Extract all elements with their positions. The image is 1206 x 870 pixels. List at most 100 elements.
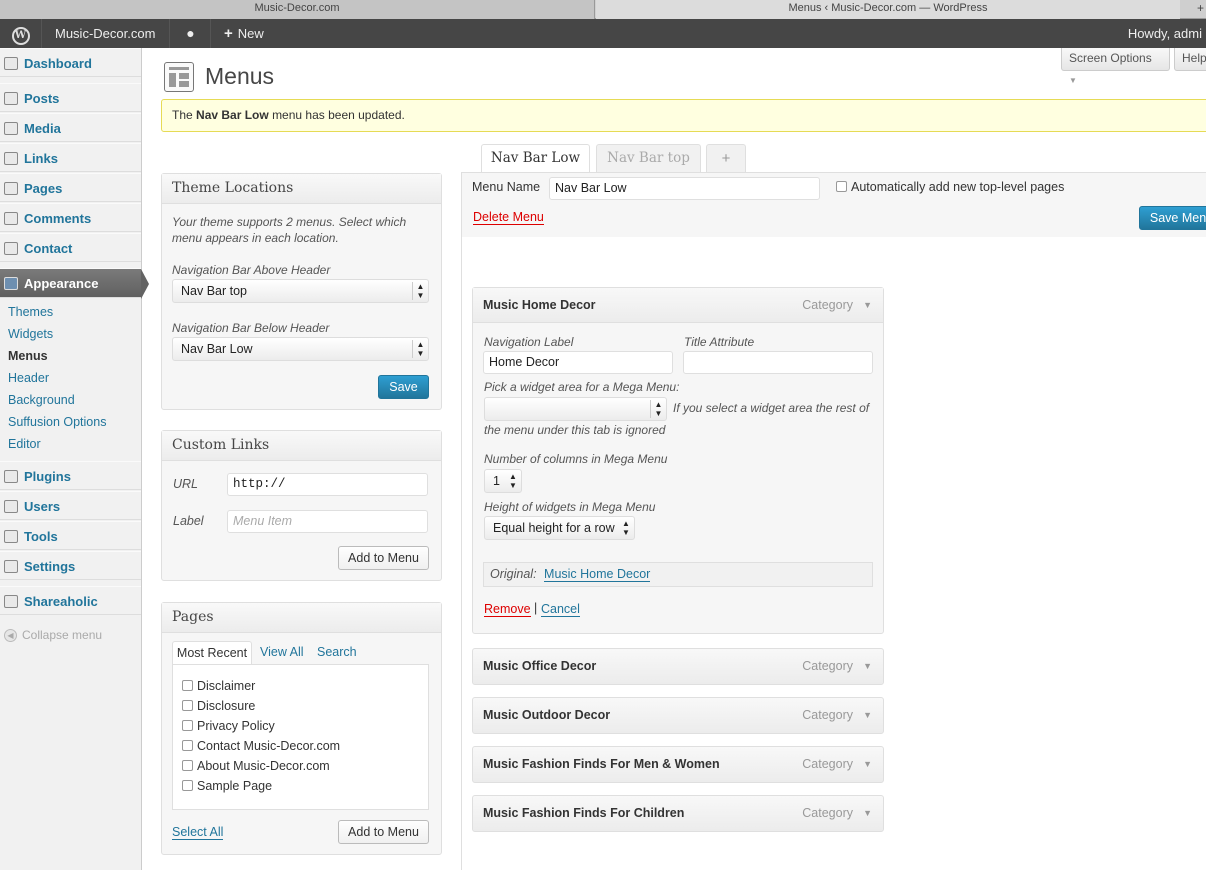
title-attribute-input[interactable] (683, 351, 873, 374)
remove-item-link[interactable]: Remove (484, 602, 531, 617)
contact-icon (4, 242, 18, 255)
submenu-suffusion-options[interactable]: Suffusion Options (8, 415, 106, 429)
menu-name-input[interactable]: Nav Bar Low (549, 177, 820, 200)
url-input[interactable]: http:// (227, 473, 428, 496)
page-checkbox-disclaimer[interactable]: Disclaimer (182, 679, 255, 693)
delete-menu-link[interactable]: Delete Menu (473, 210, 544, 225)
wordpress-logo-icon[interactable]: W (0, 19, 42, 48)
notice-menu-name: Nav Bar Low (196, 108, 269, 122)
above-header-label: Navigation Bar Above Header (172, 263, 331, 277)
help-button[interactable]: Help (1174, 48, 1206, 71)
settings-icon (4, 560, 18, 573)
site-name-link[interactable]: Music-Decor.com (43, 19, 170, 48)
widget-area-note: If you select a widget area the rest of (673, 401, 870, 415)
tab-view-all[interactable]: View All (260, 645, 304, 659)
sidebar-item-pages[interactable]: Pages (0, 173, 141, 202)
add-custom-link-button[interactable]: Add to Menu (338, 546, 429, 570)
sidebar-item-links[interactable]: Links (0, 143, 141, 172)
save-menu-button[interactable]: Save Menu (1139, 206, 1206, 230)
chevron-down-icon[interactable]: ▼ (863, 649, 872, 683)
tab-nav-bar-top[interactable]: Nav Bar top (596, 144, 701, 172)
submenu-header[interactable]: Header (8, 371, 49, 385)
submenu-themes[interactable]: Themes (8, 305, 53, 319)
menu-item-music-office-decor[interactable]: Music Office Decor Category ▼ (472, 648, 884, 685)
sidebar-item-shareaholic[interactable]: Shareaholic (0, 586, 141, 615)
sidebar-item-posts[interactable]: Posts (0, 83, 141, 112)
new-tab-icon[interactable]: + (1197, 0, 1204, 17)
page-checkbox-sample-page[interactable]: Sample Page (182, 779, 272, 793)
chevron-down-icon: ▼ (1069, 76, 1077, 85)
sidebar-item-plugins[interactable]: Plugins (0, 461, 141, 490)
widget-area-select[interactable]: ▲ ▼ (484, 397, 667, 421)
plugin-icon (4, 470, 18, 483)
add-menu-tab-icon[interactable]: + (706, 144, 746, 172)
browser-tab-site[interactable]: Music-Decor.com (0, 0, 595, 19)
page-checkbox-disclosure[interactable]: Disclosure (182, 699, 255, 713)
menu-item-music-fashion-children[interactable]: Music Fashion Finds For Children Category… (472, 795, 884, 832)
screen-options-button[interactable]: Screen Options ▼ (1061, 48, 1170, 85)
pages-box-title[interactable]: Pages (162, 603, 441, 633)
chevron-down-icon[interactable]: ▼ (863, 288, 872, 322)
sidebar-item-comments[interactable]: Comments (0, 203, 141, 232)
link-text-input[interactable]: Menu Item (227, 510, 428, 533)
browser-tab-strip: Music-Decor.com Menus ‹ Music-Decor.com … (0, 0, 1206, 19)
theme-locations-title[interactable]: Theme Locations (162, 174, 441, 204)
above-header-select[interactable]: Nav Bar top ▲ ▼ (172, 279, 429, 303)
widget-height-label: Height of widgets in Mega Menu (484, 500, 656, 514)
menu-item-handle[interactable]: Music Home Decor Category ▼ (473, 288, 883, 323)
save-locations-button[interactable]: Save (378, 375, 429, 399)
select-all-link[interactable]: Select All (172, 825, 224, 840)
plus-icon: + (224, 25, 233, 42)
page-title: Menus (205, 63, 275, 89)
select-arrows-icon: ▲ ▼ (622, 519, 630, 537)
menu-name-label: Menu Name (472, 180, 541, 194)
menu-item-music-outdoor-decor[interactable]: Music Outdoor Decor Category ▼ (472, 697, 884, 734)
collapse-menu-button[interactable]: ◀ Collapse menu (4, 628, 102, 643)
auto-add-pages-checkbox[interactable]: Automatically add new top-level pages (836, 180, 1064, 194)
cancel-item-link[interactable]: Cancel (541, 602, 580, 617)
widget-area-note-continued: the menu under this tab is ignored (484, 423, 666, 437)
chevron-down-icon[interactable]: ▼ (863, 747, 872, 781)
widget-height-select[interactable]: Equal height for a row ▲ ▼ (484, 516, 635, 540)
sidebar-item-media[interactable]: Media (0, 113, 141, 142)
tools-icon (4, 530, 18, 543)
add-pages-button[interactable]: Add to Menu (338, 820, 429, 844)
browser-tab-menus[interactable]: Menus ‹ Music-Decor.com — WordPress (596, 0, 1180, 19)
page-checkbox-contact[interactable]: Contact Music-Decor.com (182, 739, 340, 753)
admin-sidebar: Dashboard Posts Media Links Pages Commen… (0, 48, 149, 870)
chevron-down-icon[interactable]: ▼ (863, 698, 872, 732)
page-checkbox-about[interactable]: About Music-Decor.com (182, 759, 330, 773)
sidebar-item-settings[interactable]: Settings (0, 551, 141, 580)
new-content-button[interactable]: + New (212, 19, 264, 48)
sidebar-item-dashboard[interactable]: Dashboard (0, 48, 141, 77)
tab-most-recent[interactable]: Most Recent (172, 641, 252, 665)
columns-select[interactable]: 1 ▲ ▼ (484, 469, 522, 493)
new-label: New (237, 26, 264, 41)
comments-bubble-icon[interactable]: ● (171, 19, 211, 48)
navigation-label-input[interactable]: Home Decor (483, 351, 673, 374)
original-link[interactable]: Music Home Decor (544, 567, 651, 582)
submenu-widgets[interactable]: Widgets (8, 327, 53, 341)
custom-links-title[interactable]: Custom Links (162, 431, 441, 461)
sidebar-item-contact[interactable]: Contact (0, 233, 141, 262)
sidebar-item-appearance[interactable]: Appearance (0, 268, 149, 299)
tab-nav-bar-low[interactable]: Nav Bar Low (481, 144, 590, 173)
comments-icon (4, 212, 18, 225)
sidebar-item-tools[interactable]: Tools (0, 521, 141, 550)
menus-page-icon (164, 62, 194, 92)
howdy-user-menu[interactable]: Howdy, admi (1128, 19, 1206, 48)
below-header-select[interactable]: Nav Bar Low ▲ ▼ (172, 337, 429, 361)
sidebar-item-users[interactable]: Users (0, 491, 141, 520)
menu-item-music-fashion-men-women[interactable]: Music Fashion Finds For Men & Women Categ… (472, 746, 884, 783)
submenu-menus[interactable]: Menus (8, 349, 48, 363)
tab-search[interactable]: Search (317, 645, 357, 659)
submenu-background[interactable]: Background (8, 393, 75, 407)
updated-notice: The Nav Bar Low menu has been updated. (161, 99, 1206, 132)
page-checkbox-privacy-policy[interactable]: Privacy Policy (182, 719, 275, 733)
chevron-down-icon[interactable]: ▼ (863, 796, 872, 830)
url-label: URL (173, 477, 199, 491)
submenu-editor[interactable]: Editor (8, 437, 41, 451)
columns-label: Number of columns in Mega Menu (484, 452, 668, 466)
select-arrows-icon: ▲ ▼ (509, 472, 517, 490)
pages-icon (4, 182, 18, 195)
